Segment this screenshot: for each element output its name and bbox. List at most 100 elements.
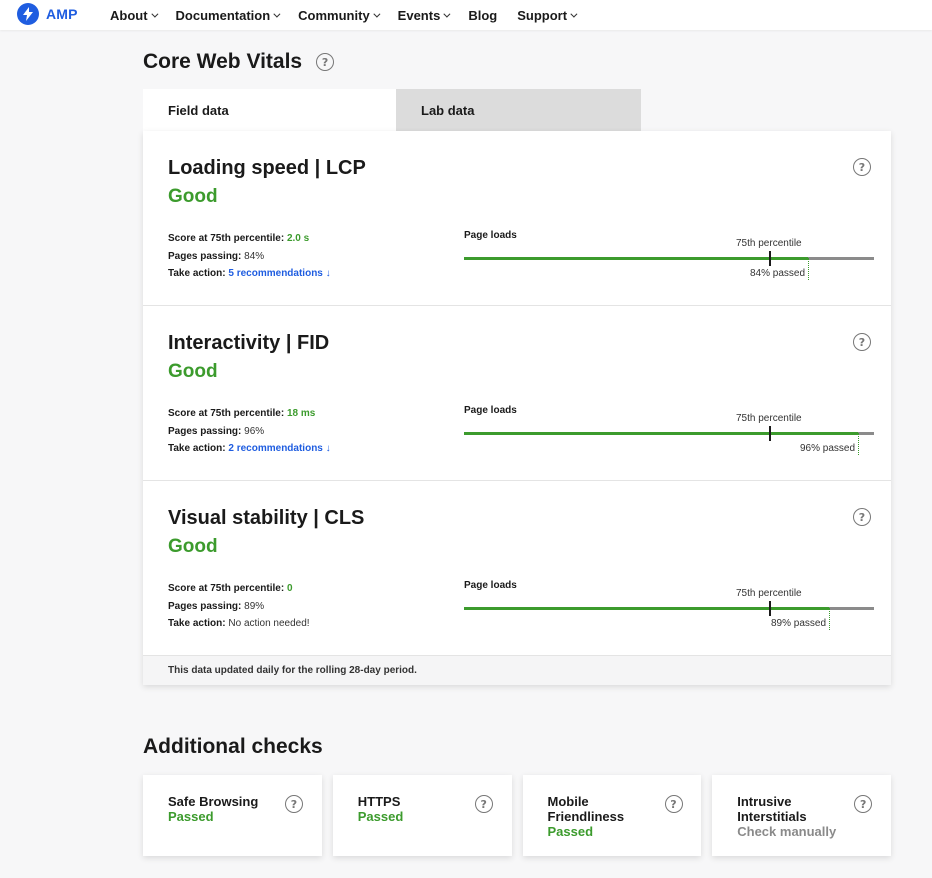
metric-title: Interactivity | FID xyxy=(168,332,330,354)
tab-field-data[interactable]: Field data xyxy=(143,89,396,131)
question-circle-icon[interactable]: ? xyxy=(285,795,303,813)
check-intrusive-interstitials: Intrusive Interstitials Check manually ? xyxy=(712,775,891,856)
additional-checks-list: Safe Browsing Passed ? HTTPS Passed ? Mo… xyxy=(143,775,891,856)
data-tabs: Field data Lab data xyxy=(143,89,641,131)
check-name-text: Safe Browsing xyxy=(168,794,259,809)
nav-item-blog[interactable]: Blog xyxy=(468,8,497,23)
check-name: Intrusive Interstitials Check manually xyxy=(737,794,847,839)
nav-item-label: Events xyxy=(397,7,441,23)
page-loads-bar: Page loads 75th percentile 96% passed xyxy=(464,405,874,465)
passing-value: 84% xyxy=(244,250,265,262)
metric-lcp: Loading speed | LCP Good ? Score at 75th… xyxy=(143,131,891,306)
data-update-note: This data updated daily for the rolling … xyxy=(143,656,891,685)
passed-label: 84% passed xyxy=(750,268,806,279)
passing-label: Pages passing: xyxy=(168,600,242,612)
check-name: HTTPS Passed xyxy=(358,794,468,824)
percentile-label: 75th percentile xyxy=(736,588,802,599)
bar-fill xyxy=(464,432,858,435)
check-name-text: HTTPS xyxy=(357,794,401,809)
nav-item-label: Community xyxy=(298,7,370,23)
chevron-down-icon xyxy=(570,10,578,18)
core-web-vitals-heading: Core Web Vitals ? xyxy=(143,50,335,74)
passed-marker xyxy=(858,433,859,455)
score-value: 18 ms xyxy=(286,408,316,419)
score-value: 2.0 s xyxy=(286,233,310,244)
passed-label: 89% passed xyxy=(771,618,827,629)
nav-item-support[interactable]: Support xyxy=(517,7,578,23)
chevron-down-icon xyxy=(373,10,381,18)
recommendations-link[interactable]: 5 recommendations ↓ xyxy=(228,268,330,279)
check-mobile-friendliness: Mobile Friendliness Passed ? xyxy=(522,775,702,856)
check-status: Passed xyxy=(168,809,214,824)
page-loads-label: Page loads xyxy=(464,230,517,241)
nav-item-community[interactable]: Community xyxy=(298,7,381,23)
passed-marker xyxy=(829,608,830,630)
nav-menu: About Documentation Community Events Blo… xyxy=(110,0,595,30)
percentile-label: 75th percentile xyxy=(736,413,802,424)
recommendations-link[interactable]: 2 recommendations ↓ xyxy=(228,443,330,454)
p75-marker xyxy=(769,251,771,266)
metric-status: Good xyxy=(168,361,218,382)
top-navigation: AMP About Documentation Community Events… xyxy=(0,0,932,30)
chevron-down-icon xyxy=(150,10,158,18)
question-circle-icon[interactable]: ? xyxy=(853,333,871,351)
passing-value: 89% xyxy=(244,600,265,612)
passed-label: 96% passed xyxy=(800,443,856,454)
logo-text: AMP xyxy=(46,6,78,22)
bar-fill xyxy=(464,257,808,260)
passed-marker xyxy=(808,258,809,280)
percentile-label: 75th percentile xyxy=(736,238,802,249)
tab-lab-data[interactable]: Lab data xyxy=(396,89,641,131)
nav-item-events[interactable]: Events xyxy=(397,7,451,23)
score-label: Score at 75th percentile: xyxy=(168,408,285,419)
metric-stats: Score at 75th percentile: 2.0 s Pages pa… xyxy=(168,230,331,283)
p75-marker xyxy=(769,426,771,441)
metric-stats: Score at 75th percentile: 0 Pages passin… xyxy=(168,580,310,633)
metric-stats: Score at 75th percentile: 18 ms Pages pa… xyxy=(168,405,331,458)
score-value: 0 xyxy=(286,583,293,594)
metric-title: Loading speed | LCP xyxy=(168,157,366,179)
lightning-bolt-icon xyxy=(17,3,39,25)
core-web-vitals-card: Loading speed | LCP Good ? Score at 75th… xyxy=(143,131,891,685)
question-circle-icon[interactable]: ? xyxy=(474,795,493,813)
action-label: Take action: xyxy=(168,618,226,629)
question-circle-icon[interactable]: ? xyxy=(664,795,683,813)
chevron-down-icon xyxy=(273,10,281,18)
passing-label: Pages passing: xyxy=(168,250,242,262)
action-value: No action needed! xyxy=(228,618,310,629)
page-loads-bar: Page loads 75th percentile 84% passed xyxy=(464,230,874,290)
check-safe-browsing: Safe Browsing Passed ? xyxy=(143,775,322,856)
passing-label: Pages passing: xyxy=(168,425,242,437)
check-status: Passed xyxy=(547,824,594,839)
page-loads-bar: Page loads 75th percentile 89% passed xyxy=(464,580,874,640)
amp-logo-link[interactable]: AMP xyxy=(17,3,78,25)
question-circle-icon[interactable]: ? xyxy=(853,508,871,526)
section-title-text: Additional checks xyxy=(143,735,323,758)
chevron-down-icon xyxy=(443,10,451,18)
metric-title: Visual stability | CLS xyxy=(168,507,365,529)
nav-item-documentation[interactable]: Documentation xyxy=(175,7,281,23)
metric-cls: Visual stability | CLS Good ? Score at 7… xyxy=(143,481,891,656)
nav-item-about[interactable]: About xyxy=(110,7,158,23)
check-name: Mobile Friendliness Passed xyxy=(548,794,658,839)
question-circle-icon[interactable]: ? xyxy=(853,158,871,176)
nav-item-label: Documentation xyxy=(175,7,271,23)
action-label: Take action: xyxy=(168,443,226,454)
page-loads-label: Page loads xyxy=(464,405,517,416)
nav-item-label: About xyxy=(110,7,148,23)
question-circle-icon[interactable]: ? xyxy=(854,795,873,813)
metric-status: Good xyxy=(168,186,218,207)
bar-fill xyxy=(464,607,829,610)
question-circle-icon[interactable]: ? xyxy=(316,53,335,71)
nav-item-label: Blog xyxy=(468,7,498,23)
page-loads-label: Page loads xyxy=(464,580,517,591)
passing-value: 96% xyxy=(244,425,265,437)
score-label: Score at 75th percentile: xyxy=(168,233,285,244)
check-name-text: Intrusive Interstitials xyxy=(737,794,807,824)
check-status: Passed xyxy=(357,809,404,824)
p75-marker xyxy=(769,601,771,616)
nav-item-label: Support xyxy=(517,7,568,23)
section-title-text: Core Web Vitals xyxy=(143,50,303,73)
action-label: Take action: xyxy=(168,268,226,279)
check-name: Safe Browsing Passed xyxy=(168,794,278,824)
